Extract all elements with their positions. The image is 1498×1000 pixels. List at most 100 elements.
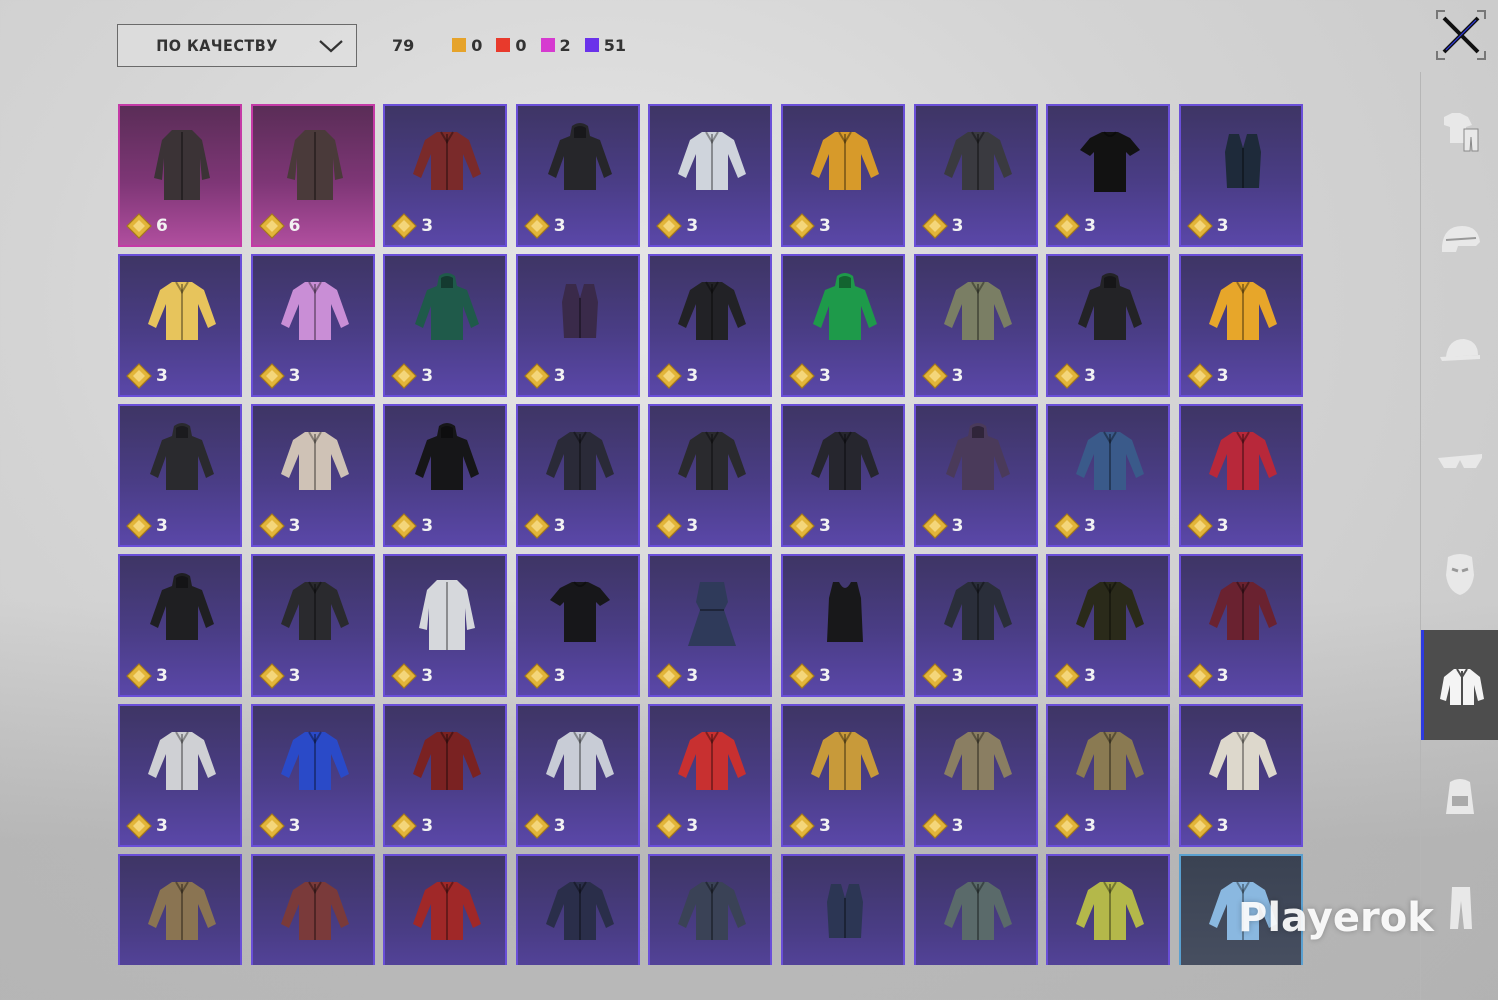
- item-card[interactable]: 3: [648, 554, 773, 697]
- sidebar-item-jacket[interactable]: [1421, 630, 1498, 740]
- coin-icon: [1054, 513, 1081, 539]
- item-card[interactable]: 3: [780, 104, 905, 247]
- item-count-badge: 3: [391, 213, 433, 239]
- item-card[interactable]: 3: [515, 104, 640, 247]
- close-icon: [1442, 16, 1480, 54]
- coin-icon: [391, 513, 418, 539]
- item-card[interactable]: 3: [515, 254, 640, 397]
- coin-icon: [789, 663, 815, 689]
- item-card[interactable]: 3: [913, 554, 1038, 697]
- item-card[interactable]: [913, 854, 1038, 965]
- item-count-badge: 3: [391, 813, 433, 839]
- item-card[interactable]: [383, 854, 508, 965]
- item-count: 3: [1084, 366, 1096, 386]
- item-card[interactable]: 3: [648, 104, 773, 247]
- item-card[interactable]: 3: [648, 704, 773, 847]
- item-count-badge: 3: [523, 813, 566, 839]
- item-card[interactable]: [118, 854, 242, 965]
- item-card[interactable]: 3: [118, 254, 242, 397]
- item-card[interactable]: 3: [1178, 404, 1303, 547]
- item-card[interactable]: 3: [1046, 704, 1171, 847]
- item-card[interactable]: [250, 854, 375, 965]
- item-card[interactable]: 3: [118, 704, 242, 847]
- item-count: 3: [288, 366, 301, 386]
- item-card[interactable]: 3: [250, 554, 375, 697]
- close-button[interactable]: [1436, 10, 1486, 60]
- item-card[interactable]: 3: [515, 554, 640, 697]
- item-card[interactable]: 3: [118, 404, 242, 547]
- item-card[interactable]: 3: [1046, 554, 1171, 697]
- item-card[interactable]: [515, 854, 640, 965]
- item-card[interactable]: 3: [515, 404, 640, 547]
- item-card[interactable]: [1046, 854, 1171, 965]
- item-card[interactable]: 3: [1046, 104, 1171, 247]
- coin-icon: [258, 363, 285, 389]
- jacket-icon: [545, 881, 614, 940]
- sort-dropdown[interactable]: ПО КАЧЕСТВУ: [117, 24, 357, 67]
- item-card[interactable]: 3: [648, 404, 773, 547]
- item-count-badge: 3: [126, 363, 168, 389]
- sidebar-item-cap[interactable]: [1421, 296, 1498, 406]
- coin-icon: [1186, 813, 1213, 839]
- item-card[interactable]: 3: [1046, 254, 1171, 397]
- jacket-icon: [280, 581, 349, 640]
- sidebar-item-helmet[interactable]: [1421, 185, 1498, 295]
- item-count: 3: [156, 516, 168, 536]
- coin-icon: [1054, 813, 1081, 839]
- item-count: 3: [686, 816, 699, 836]
- item-card[interactable]: 3: [913, 704, 1038, 847]
- total-count: 79: [392, 35, 415, 55]
- item-card[interactable]: 3: [1046, 404, 1171, 547]
- item-card[interactable]: 6: [118, 104, 242, 247]
- item-card[interactable]: 3: [780, 554, 905, 697]
- item-card[interactable]: 3: [383, 104, 508, 247]
- item-card[interactable]: 3: [250, 254, 375, 397]
- jacket-icon: [943, 581, 1012, 640]
- jacket-icon: [1076, 581, 1145, 640]
- item-card[interactable]: 3: [383, 254, 508, 397]
- item-count-badge: 3: [921, 213, 963, 239]
- jacket-icon: [678, 881, 747, 940]
- item-card[interactable]: [648, 854, 773, 965]
- item-card[interactable]: 3: [648, 254, 773, 397]
- item-card[interactable]: 3: [1178, 554, 1303, 697]
- item-card[interactable]: [780, 854, 905, 965]
- item-card[interactable]: 3: [780, 254, 905, 397]
- sidebar-item-outfit[interactable]: [1421, 74, 1498, 184]
- item-count-badge: 3: [1054, 513, 1096, 539]
- item-card[interactable]: 3: [780, 404, 905, 547]
- item-card[interactable]: 3: [913, 404, 1038, 547]
- item-card[interactable]: 3: [1178, 704, 1303, 847]
- hoodie-icon: [945, 423, 1010, 490]
- chevron-down-icon: [319, 40, 343, 53]
- jacket-icon: [678, 431, 747, 490]
- item-card[interactable]: 3: [250, 404, 375, 547]
- item-card[interactable]: 3: [913, 254, 1038, 397]
- item-count-badge: 3: [391, 513, 433, 539]
- item-card[interactable]: 3: [118, 554, 242, 697]
- item-count-badge: 3: [391, 663, 433, 689]
- item-card[interactable]: 3: [250, 704, 375, 847]
- item-card[interactable]: 6: [250, 104, 375, 247]
- item-count-badge: 3: [1186, 813, 1229, 839]
- sidebar-item-backpack[interactable]: [1421, 741, 1498, 851]
- item-card[interactable]: 3: [780, 704, 905, 847]
- item-card[interactable]: 3: [913, 104, 1038, 247]
- item-count: 3: [686, 216, 699, 236]
- sidebar-item-glasses[interactable]: [1421, 407, 1498, 517]
- item-card[interactable]: 3: [1178, 254, 1303, 397]
- item-card[interactable]: 3: [383, 704, 508, 847]
- jacket-icon: [678, 731, 747, 790]
- item-card[interactable]: 3: [383, 554, 508, 697]
- watermark: Playerok: [1238, 895, 1434, 941]
- coin-icon: [921, 513, 948, 539]
- item-card[interactable]: 3: [515, 704, 640, 847]
- item-count: 3: [1084, 516, 1096, 536]
- item-card[interactable]: 3: [383, 404, 508, 547]
- stat-pink: 2: [540, 36, 571, 55]
- jacket-icon: [810, 731, 879, 790]
- sidebar-item-mask[interactable]: [1421, 518, 1498, 628]
- item-count-badge: 3: [1186, 663, 1229, 689]
- item-card[interactable]: 3: [1178, 104, 1303, 247]
- jacket-icon: [545, 731, 614, 790]
